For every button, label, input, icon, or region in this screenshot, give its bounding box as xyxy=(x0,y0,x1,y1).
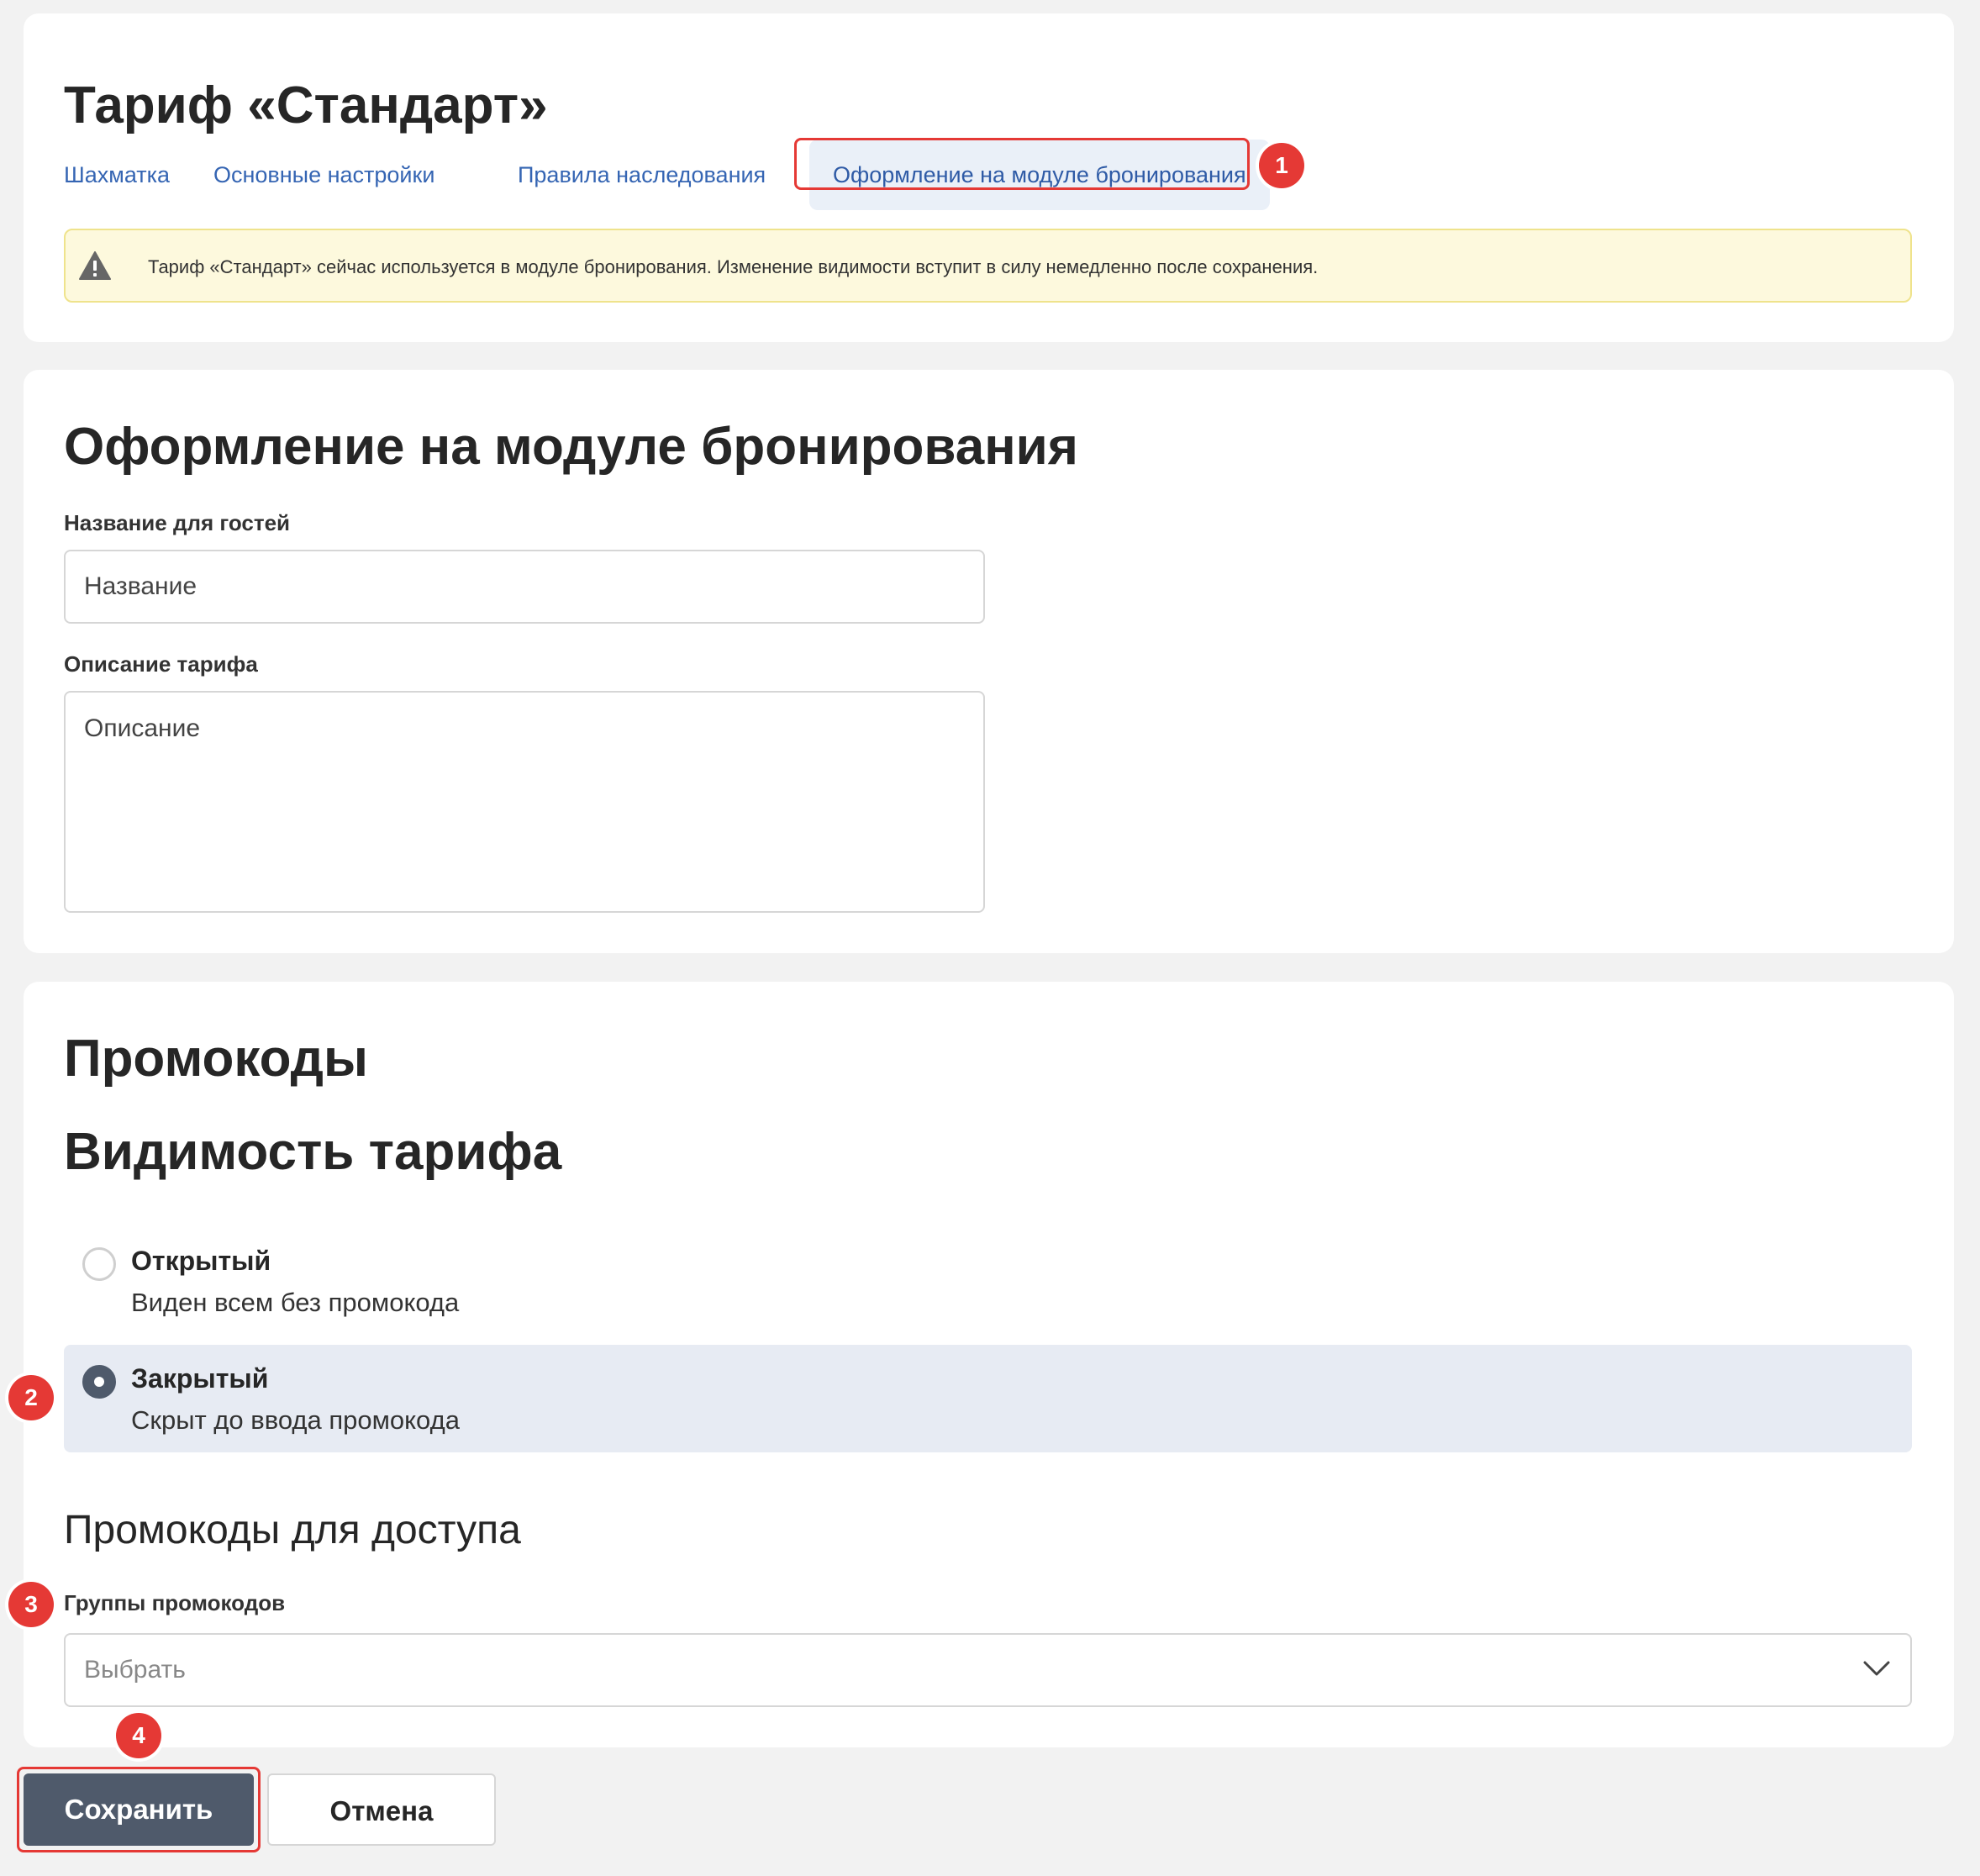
page-title: Тариф «Стандарт» xyxy=(64,76,548,134)
chevron-down-icon xyxy=(1863,1661,1890,1676)
warning-banner: Тариф «Стандарт» сейчас используется в м… xyxy=(64,229,1912,303)
cancel-button[interactable]: Отмена xyxy=(267,1773,496,1846)
promo-groups-placeholder: Выбрать xyxy=(84,1656,186,1684)
promo-card: Промокоды Видимость тарифа Открытый Виде… xyxy=(24,982,1954,1747)
radio-button-open[interactable] xyxy=(82,1247,116,1281)
visibility-option-closed[interactable]: Закрытый Скрыт до ввода промокода xyxy=(64,1345,1912,1452)
promo-groups-label: Группы промокодов xyxy=(64,1590,286,1615)
option-closed-title: Закрытый xyxy=(131,1363,269,1394)
callout-badge-3: 3 xyxy=(8,1582,54,1627)
save-button[interactable]: Сохранить xyxy=(24,1773,254,1846)
callout-badge-1: 1 xyxy=(1259,143,1304,188)
guest-name-label: Название для гостей xyxy=(64,510,291,535)
tariff-header-card: Тариф «Стандарт» Шахматка Основные настр… xyxy=(24,13,1954,342)
access-promo-title: Промокоды для доступа xyxy=(64,1508,521,1552)
warning-triangle-icon xyxy=(79,251,111,280)
callout-badge-4: 4 xyxy=(116,1713,161,1758)
visibility-title: Видимость тарифа xyxy=(64,1123,562,1181)
promo-section-title: Промокоды xyxy=(64,1030,368,1088)
booking-design-card: Оформление на модуле бронирования Назван… xyxy=(24,370,1954,953)
tab-inheritance-rules[interactable]: Правила наследования xyxy=(518,140,766,210)
warning-text: Тариф «Стандарт» сейчас используется в м… xyxy=(148,256,1319,277)
description-textarea[interactable] xyxy=(64,691,985,913)
radio-button-closed[interactable] xyxy=(82,1365,116,1399)
tab-booking-module-design[interactable]: Оформление на модуле бронирования xyxy=(809,140,1270,210)
promo-groups-select[interactable]: Выбрать xyxy=(64,1633,1912,1707)
tab-chessboard[interactable]: Шахматка xyxy=(64,140,170,210)
design-section-title: Оформление на модуле бронирования xyxy=(64,418,1078,476)
description-label: Описание тарифа xyxy=(64,651,258,677)
option-open-title: Открытый xyxy=(131,1246,271,1276)
callout-badge-2: 2 xyxy=(8,1375,54,1420)
visibility-option-open[interactable]: Открытый Виден всем без промокода xyxy=(64,1227,1912,1335)
tab-main-settings[interactable]: Основные настройки xyxy=(213,140,434,210)
guest-name-input[interactable] xyxy=(64,550,985,624)
option-open-description: Виден всем без промокода xyxy=(131,1288,460,1317)
option-closed-description: Скрыт до ввода промокода xyxy=(131,1405,460,1435)
